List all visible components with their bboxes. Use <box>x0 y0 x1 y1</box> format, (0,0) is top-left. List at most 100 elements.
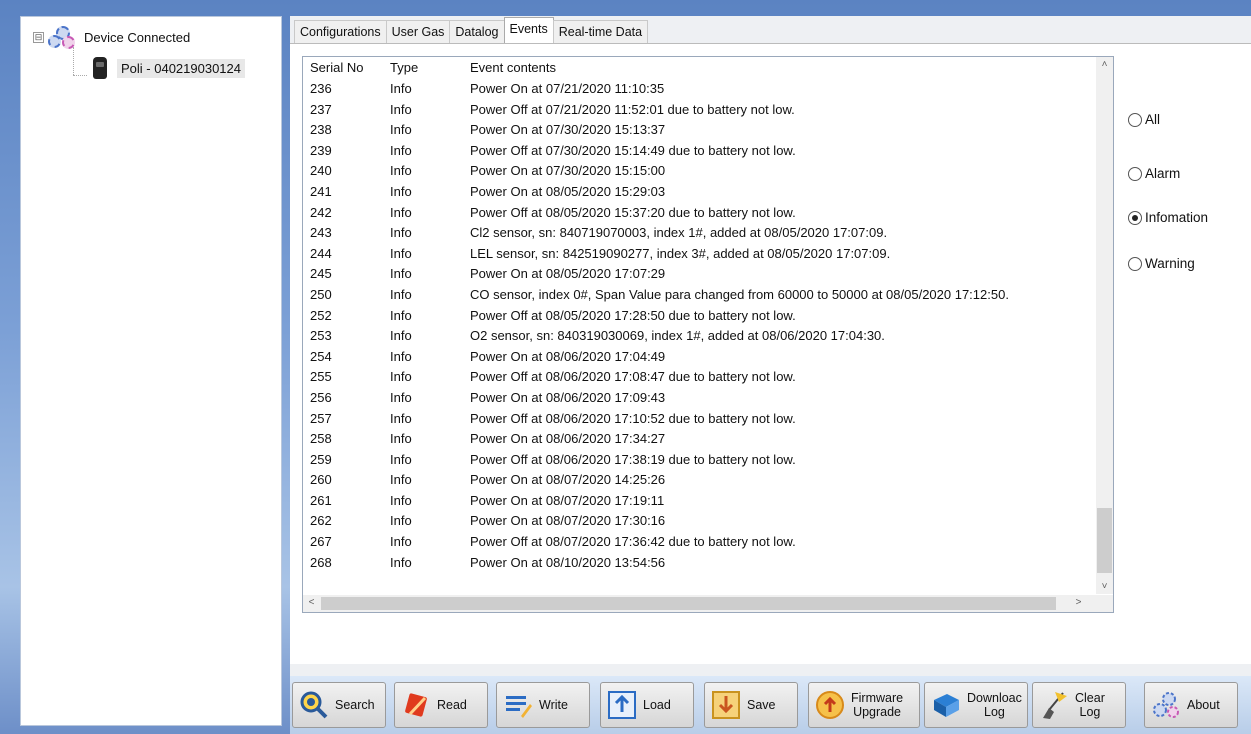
about-button[interactable]: About <box>1144 682 1238 728</box>
filter-alarm-label: Alarm <box>1145 166 1181 181</box>
scroll-up-arrow[interactable]: ˄ <box>1096 59 1113 70</box>
row-type: Info <box>390 328 412 344</box>
vertical-scrollbar[interactable]: ˄ ˅ <box>1096 57 1113 594</box>
row-serial: 259 <box>310 451 332 467</box>
read-icon <box>401 690 431 720</box>
write-button[interactable]: Write <box>496 682 590 728</box>
radio-indicator[interactable] <box>1128 166 1142 181</box>
table-row[interactable]: 261 Info Power On at 08/07/2020 17:19:11 <box>303 493 1093 514</box>
row-contents: Power On at 08/10/2020 13:54:56 <box>470 554 666 570</box>
firmware-upgrade-button[interactable]: Firmware Upgrade <box>808 682 920 728</box>
table-row[interactable]: 253 Info O2 sensor, sn: 840319030069, inde… <box>303 328 1093 349</box>
gear-icon <box>1151 690 1181 720</box>
filter-information-label: Infomation <box>1145 210 1209 225</box>
table-row[interactable]: 258 Info Power On at 08/06/2020 17:34:27 <box>303 431 1093 452</box>
column-header-contents[interactable]: Event contents <box>470 60 556 75</box>
search-button[interactable]: Search <box>292 682 386 728</box>
table-row[interactable]: 268 Info Power On at 08/10/2020 13:54:56 <box>303 555 1093 576</box>
row-contents: O2 sensor, sn: 840319030069, index 1#, a… <box>470 328 885 344</box>
row-type: Info <box>390 492 412 508</box>
clear-label-line1: Clear <box>1075 691 1105 705</box>
row-contents: Power On at 08/05/2020 15:29:03 <box>470 183 666 199</box>
row-type: Info <box>390 286 412 302</box>
table-row[interactable]: 262 Info Power On at 08/07/2020 17:30:16 <box>303 513 1093 534</box>
horizontal-scrollbar[interactable]: < > <box>303 595 1113 612</box>
table-row[interactable]: 267 Info Power Off at 08/07/2020 17:36:42 … <box>303 534 1093 555</box>
load-button[interactable]: Load <box>600 682 694 728</box>
download-label-line2: Log <box>984 705 1005 719</box>
horizontal-scroll-thumb[interactable] <box>321 597 1056 610</box>
tree-root-node[interactable]: ⊟ Device Connected <box>33 25 194 49</box>
table-row[interactable]: 238 Info Power On at 07/30/2020 15:13:37 <box>303 122 1093 143</box>
row-serial: 268 <box>310 554 332 570</box>
row-contents: Power On at 08/06/2020 17:34:27 <box>470 431 666 447</box>
column-header-type[interactable]: Type <box>390 60 418 75</box>
table-row[interactable]: 244 Info LEL sensor, sn: 842519090277, ind… <box>303 246 1093 267</box>
scroll-down-arrow[interactable]: ˅ <box>1096 581 1113 592</box>
clear-log-button[interactable]: Clear Log <box>1032 682 1126 728</box>
row-type: Info <box>390 245 412 261</box>
row-contents: Power On at 08/06/2020 17:04:49 <box>470 348 666 364</box>
filter-alarm-radio[interactable]: Alarm <box>1128 166 1180 181</box>
collapse-expander[interactable]: ⊟ <box>33 31 44 43</box>
table-row[interactable]: 255 Info Power Off at 08/06/2020 17:08:47 … <box>303 369 1093 390</box>
tab-configurations[interactable]: Configurations <box>294 20 387 43</box>
tab-realtime-data[interactable]: Real-time Data <box>552 20 649 43</box>
about-label: About <box>1187 698 1220 712</box>
row-serial: 258 <box>310 431 332 447</box>
scroll-left-arrow[interactable]: < <box>303 597 320 608</box>
column-header-serial[interactable]: Serial No <box>310 60 363 75</box>
row-type: Info <box>390 101 412 117</box>
table-row[interactable]: 250 Info CO sensor, index 0#, Span Value p… <box>303 287 1093 308</box>
download-log-button[interactable]: Downloac Log <box>924 682 1028 728</box>
table-row[interactable]: 239 Info Power Off at 07/30/2020 15:14:49 … <box>303 143 1093 164</box>
row-contents: Cl2 sensor, sn: 840719070003, index 1#, … <box>470 225 888 241</box>
tab-datalog[interactable]: Datalog <box>449 20 505 43</box>
table-row[interactable]: 237 Info Power Off at 07/21/2020 11:52:01 … <box>303 102 1093 123</box>
table-row[interactable]: 240 Info Power On at 07/30/2020 15:15:00 <box>303 163 1093 184</box>
filter-all-radio[interactable]: All <box>1128 112 1160 127</box>
row-serial: 242 <box>310 204 332 220</box>
table-row[interactable]: 260 Info Power On at 08/07/2020 14:25:26 <box>303 472 1093 493</box>
radio-indicator[interactable] <box>1128 210 1142 225</box>
table-row[interactable]: 245 Info Power On at 08/05/2020 17:07:29 <box>303 266 1093 287</box>
search-label: Search <box>335 698 375 712</box>
table-row[interactable]: 252 Info Power Off at 08/05/2020 17:28:50 … <box>303 308 1093 329</box>
book-icon <box>931 690 961 720</box>
read-button[interactable]: Read <box>394 682 488 728</box>
table-row[interactable]: 256 Info Power On at 08/06/2020 17:09:43 <box>303 390 1093 411</box>
row-contents: Power On at 07/30/2020 15:13:37 <box>470 122 666 138</box>
vertical-scroll-thumb[interactable] <box>1097 508 1112 573</box>
row-type: Info <box>390 348 412 364</box>
filter-information-radio[interactable]: Infomation <box>1128 210 1208 225</box>
tab-user-gas[interactable]: User Gas <box>385 20 451 43</box>
row-contents: LEL sensor, sn: 842519090277, index 3#, … <box>470 245 891 261</box>
table-row[interactable]: 236 Info Power On at 07/21/2020 11:10:35 <box>303 81 1093 102</box>
events-list-header: Serial No Type Event contents <box>303 60 1093 80</box>
table-row[interactable]: 257 Info Power Off at 08/06/2020 17:10:52 … <box>303 411 1093 432</box>
load-icon <box>607 690 637 720</box>
row-contents: Power On at 08/05/2020 17:07:29 <box>470 266 666 282</box>
row-contents: Power Off at 08/05/2020 17:28:50 due to … <box>470 307 796 323</box>
scroll-right-arrow[interactable]: > <box>1070 597 1087 608</box>
radio-indicator[interactable] <box>1128 256 1142 271</box>
save-button[interactable]: Save <box>704 682 798 728</box>
radio-indicator[interactable] <box>1128 112 1142 127</box>
row-serial: 267 <box>310 534 332 550</box>
row-type: Info <box>390 81 412 96</box>
tab-events[interactable]: Events <box>503 17 554 43</box>
gas-detector-icon <box>93 57 107 79</box>
events-list[interactable]: Serial No Type Event contents 236 Info Pow… <box>302 56 1114 613</box>
table-row[interactable]: 242 Info Power Off at 08/05/2020 15:37:20 … <box>303 205 1093 226</box>
table-row[interactable]: 254 Info Power On at 08/06/2020 17:04:49 <box>303 349 1093 370</box>
row-type: Info <box>390 369 412 385</box>
table-row[interactable]: 241 Info Power On at 08/05/2020 15:29:03 <box>303 184 1093 205</box>
tree-root-label: Device Connected <box>84 29 191 45</box>
row-contents: Power On at 08/07/2020 17:30:16 <box>470 513 666 529</box>
tree-device-node[interactable]: Poli - 040219030124 <box>93 57 245 79</box>
row-serial: 262 <box>310 513 332 529</box>
table-row[interactable]: 243 Info Cl2 sensor, sn: 840719070003, ind… <box>303 225 1093 246</box>
filter-warning-label: Warning <box>1145 256 1195 271</box>
table-row[interactable]: 259 Info Power Off at 08/06/2020 17:38:19 … <box>303 452 1093 473</box>
filter-warning-radio[interactable]: Warning <box>1128 256 1195 271</box>
